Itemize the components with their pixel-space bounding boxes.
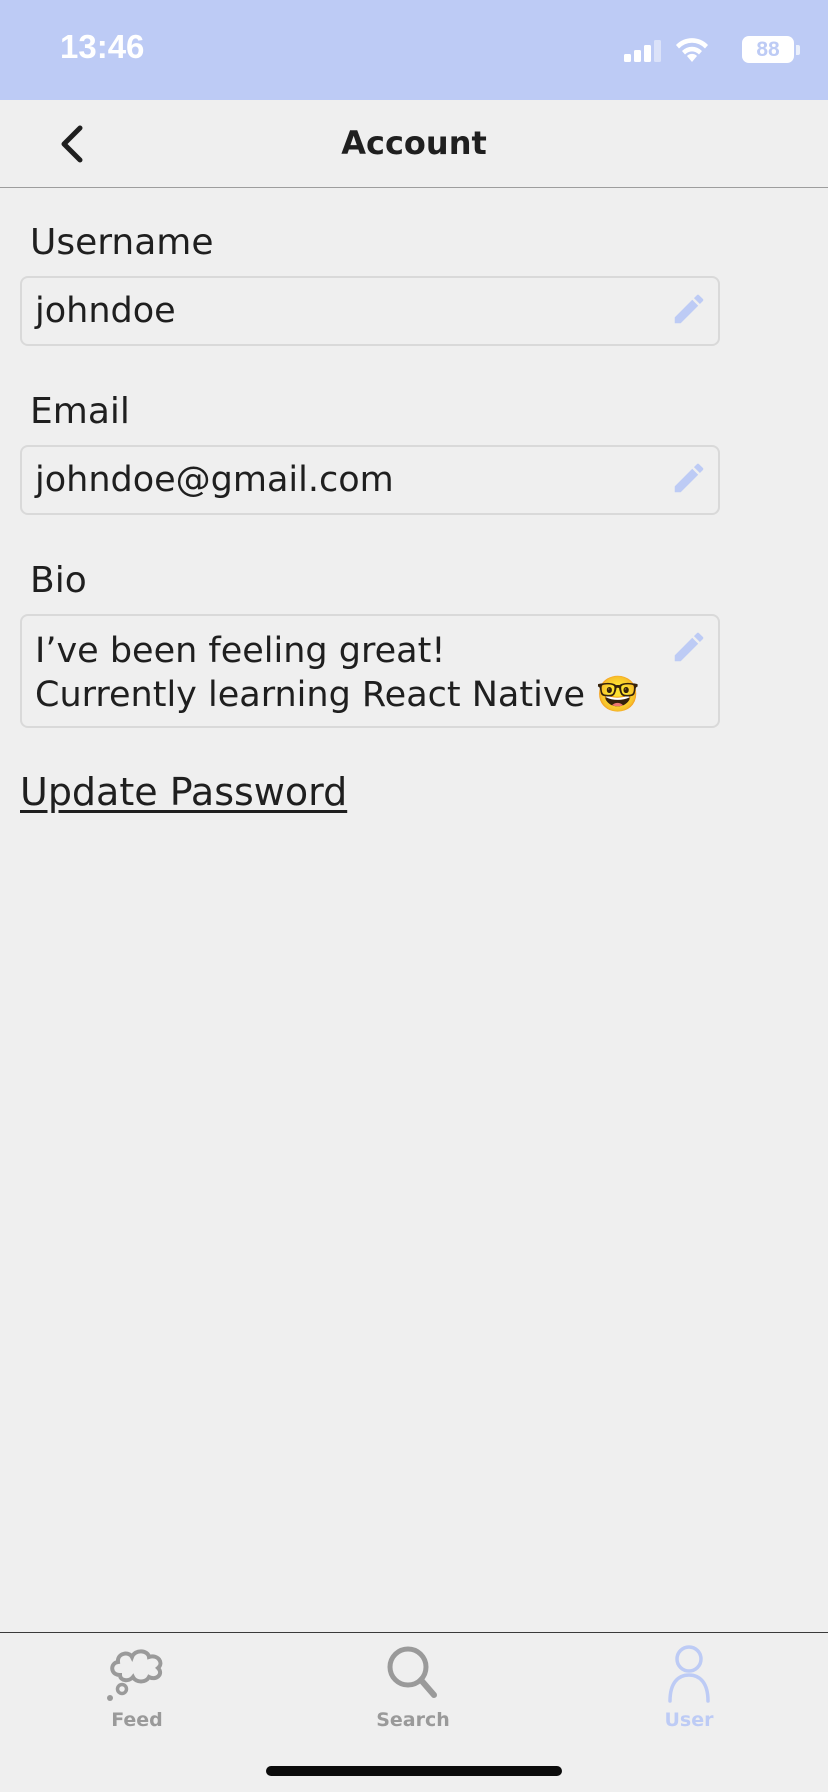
pencil-icon[interactable]: [670, 628, 708, 666]
email-label: Email: [30, 391, 130, 432]
bio-label: Bio: [30, 560, 87, 601]
status-icons: 88: [594, 34, 800, 64]
bio-value: I’ve been feeling great! Currently learn…: [35, 631, 640, 715]
username-value: johndoe: [35, 291, 176, 331]
navigation-header: Account: [0, 100, 828, 188]
email-value: johndoe@gmail.com: [35, 460, 394, 500]
tab-label-user: User: [664, 1709, 714, 1731]
page-title: Account: [341, 124, 487, 162]
email-field[interactable]: johndoe@gmail.com: [20, 445, 720, 515]
battery-icon: 88: [742, 36, 800, 63]
bio-field[interactable]: I’ve been feeling great! Currently learn…: [20, 614, 720, 728]
username-field[interactable]: johndoe: [20, 276, 720, 346]
search-icon: [387, 1646, 437, 1698]
user-icon: [668, 1645, 710, 1703]
tab-search[interactable]: Search: [323, 1643, 503, 1743]
tab-feed[interactable]: Feed: [47, 1643, 227, 1743]
pencil-icon[interactable]: [670, 459, 708, 497]
status-bar: 13:46 88: [0, 0, 828, 100]
wifi-icon: [676, 38, 708, 62]
update-password-link[interactable]: Update Password: [20, 770, 347, 814]
tab-user[interactable]: User: [599, 1643, 779, 1743]
battery-level: 88: [756, 37, 780, 61]
pencil-icon[interactable]: [670, 290, 708, 328]
cellular-signal-icon: [624, 40, 661, 62]
tab-label-search: Search: [376, 1709, 450, 1731]
tab-label-feed: Feed: [111, 1709, 163, 1731]
home-indicator: [266, 1766, 562, 1776]
username-label: Username: [30, 222, 214, 263]
status-time: 13:46: [60, 28, 145, 65]
thought-cloud-icon: [107, 1649, 163, 1701]
